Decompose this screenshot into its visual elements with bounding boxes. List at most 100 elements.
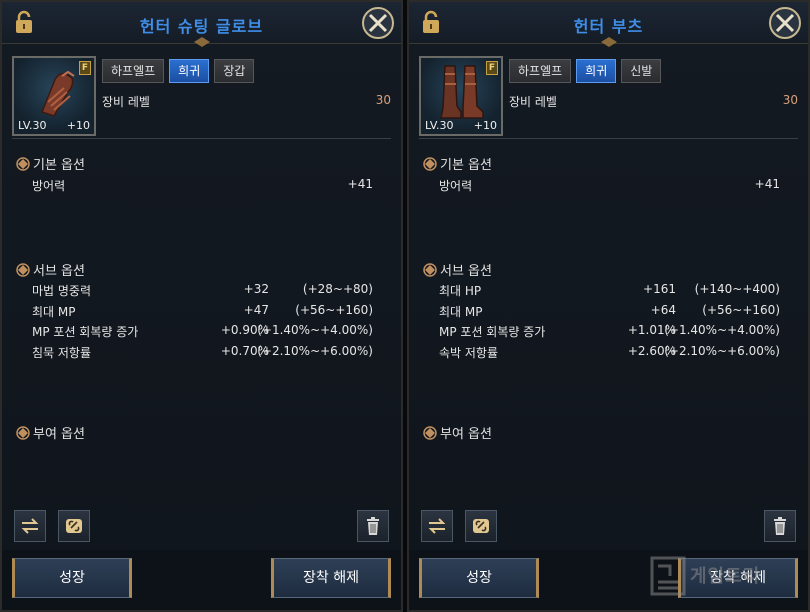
sub-option-row: MP 포션 회복량 증가 +1.01% (+1.40%~+4.00%) — [439, 323, 780, 339]
divider — [419, 138, 798, 139]
equip-level-row: 장비 레벨 30 — [102, 93, 391, 109]
option-emblem-icon — [16, 426, 30, 440]
basic-options-title: 기본 옵션 — [33, 158, 85, 173]
basic-options-header: 기본 옵션 — [423, 154, 492, 173]
close-icon[interactable] — [361, 6, 395, 40]
option-range: (+2.10%~+6.00%) — [664, 344, 780, 358]
option-name: 방어력 — [439, 179, 473, 193]
option-name: 방어력 — [32, 179, 66, 193]
item-thumbnail[interactable]: F LV.30 +10 — [12, 56, 96, 136]
trash-icon — [774, 517, 786, 535]
trash-button[interactable] — [764, 510, 796, 542]
unequip-button[interactable]: 장착 해제 — [678, 558, 798, 598]
boots-icon — [440, 65, 484, 119]
grant-options-title: 부여 옵션 — [33, 427, 85, 442]
equip-level-row: 장비 레벨 30 — [509, 93, 798, 109]
option-emblem-icon — [16, 157, 30, 171]
gloves-icon — [41, 70, 75, 117]
tag-race: 하프엘프 — [509, 59, 572, 83]
option-value: +41 — [347, 177, 373, 191]
tag-grade: 희귀 — [169, 59, 210, 83]
sub-options-header: 서브 옵션 — [16, 260, 85, 279]
sub-option-row: 최대 HP +161 (+140~+400) — [439, 282, 780, 298]
option-value: +41 — [754, 177, 780, 191]
grade-badge: F — [79, 61, 91, 75]
option-emblem-icon — [423, 157, 437, 171]
option-range: (+2.10%~+6.00%) — [257, 344, 373, 358]
close-icon[interactable] — [768, 6, 802, 40]
swap-button[interactable] — [14, 510, 46, 542]
item-title: 헌터 부츠 — [573, 17, 644, 36]
link-icon — [473, 519, 489, 533]
tag-slot: 장갑 — [214, 59, 255, 83]
sub-options-header: 서브 옵션 — [423, 260, 492, 279]
equip-level-value: 30 — [375, 93, 391, 107]
option-name: 최대 MP — [32, 305, 76, 319]
sub-option-row: 최대 MP +64 (+56~+160) — [439, 303, 780, 319]
link-button[interactable] — [58, 510, 90, 542]
sub-options-title: 서브 옵션 — [33, 264, 85, 279]
option-range: (+140~+400) — [694, 282, 780, 296]
link-button[interactable] — [465, 510, 497, 542]
option-name: MP 포션 회복량 증가 — [32, 325, 139, 339]
sub-option-row: 속박 저항률 +2.60% (+2.10%~+6.00%) — [439, 344, 780, 360]
item-panel-boots: 헌터 부츠 F LV.30 +10 하프엘프 희귀 신발 장비 레벨 30 기본… — [407, 0, 810, 612]
title-bar: 헌터 부츠 — [409, 2, 808, 47]
grow-button[interactable]: 성장 — [12, 558, 132, 598]
option-emblem-icon — [423, 426, 437, 440]
option-name: 마법 명중력 — [32, 284, 92, 298]
sub-options-title: 서브 옵션 — [440, 264, 492, 279]
ornament-icon — [193, 37, 210, 47]
sub-option-row: 침묵 저항률 +0.70% (+2.10%~+6.00%) — [32, 344, 373, 360]
grant-options-header: 부여 옵션 — [423, 423, 492, 442]
sub-option-row: 최대 MP +47 (+56~+160) — [32, 303, 373, 319]
grow-button[interactable]: 성장 — [419, 558, 539, 598]
basic-option-row: 방어력 +41 — [439, 177, 780, 193]
basic-options-header: 기본 옵션 — [16, 154, 85, 173]
basic-options-title: 기본 옵션 — [440, 158, 492, 173]
swap-icon — [428, 518, 446, 534]
option-name: 침묵 저항률 — [32, 346, 92, 360]
tag-race: 하프엘프 — [102, 59, 165, 83]
option-name: 속박 저항률 — [439, 346, 499, 360]
swap-button[interactable] — [421, 510, 453, 542]
enhance-level: +10 — [473, 119, 497, 132]
grade-badge: F — [486, 61, 498, 75]
trash-button[interactable] — [357, 510, 389, 542]
option-emblem-icon — [423, 263, 437, 277]
tag-list: 하프엘프 희귀 장갑 — [102, 59, 255, 83]
option-value: +47 — [243, 303, 269, 317]
option-range: (+28~+80) — [302, 282, 373, 296]
option-value: +32 — [243, 282, 269, 296]
option-name: 최대 MP — [439, 305, 483, 319]
option-range: (+56~+160) — [702, 303, 780, 317]
divider — [12, 138, 391, 139]
item-thumbnail[interactable]: F LV.30 +10 — [419, 56, 503, 136]
link-icon — [66, 519, 82, 533]
sub-option-row: 마법 명중력 +32 (+28~+80) — [32, 282, 373, 298]
tag-grade: 희귀 — [576, 59, 617, 83]
equip-level-value: 30 — [782, 93, 798, 107]
sub-option-row: MP 포션 회복량 증가 +0.90% (+1.40%~+4.00%) — [32, 323, 373, 339]
equip-level-label: 장비 레벨 — [102, 95, 150, 109]
item-level: LV.30 — [18, 119, 47, 132]
option-emblem-icon — [16, 263, 30, 277]
option-name: 최대 HP — [439, 284, 482, 298]
basic-option-row: 방어력 +41 — [32, 177, 373, 193]
equip-level-label: 장비 레벨 — [509, 95, 557, 109]
grant-options-header: 부여 옵션 — [16, 423, 85, 442]
grant-options-title: 부여 옵션 — [440, 427, 492, 442]
item-level: LV.30 — [425, 119, 454, 132]
option-range: (+1.40%~+4.00%) — [257, 323, 373, 337]
unequip-button[interactable]: 장착 해제 — [271, 558, 391, 598]
title-bar: 헌터 슈팅 글로브 — [2, 2, 401, 47]
option-value: +161 — [643, 282, 676, 296]
item-title: 헌터 슈팅 글로브 — [139, 17, 264, 36]
ornament-icon — [600, 37, 617, 47]
tag-list: 하프엘프 희귀 신발 — [509, 59, 662, 83]
option-range: (+1.40%~+4.00%) — [664, 323, 780, 337]
option-range: (+56~+160) — [295, 303, 373, 317]
trash-icon — [367, 517, 379, 535]
enhance-level: +10 — [66, 119, 90, 132]
swap-icon — [21, 518, 39, 534]
